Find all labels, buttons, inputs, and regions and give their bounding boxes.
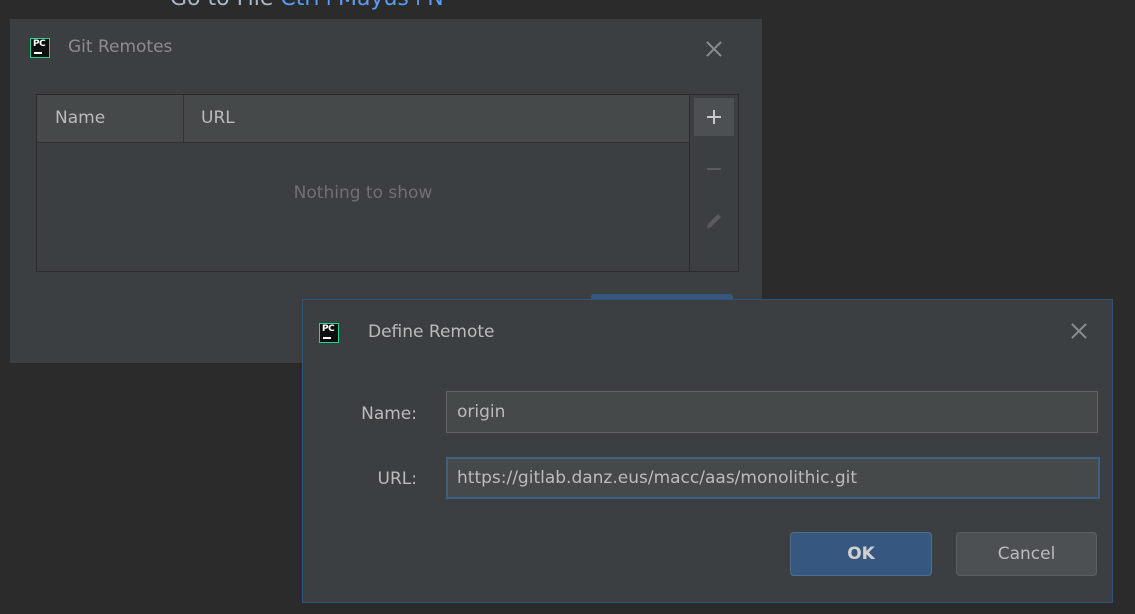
url-label: URL: xyxy=(377,469,417,489)
hint-shortcut: Ctrl+Mayus+N xyxy=(280,0,443,11)
name-label: Name: xyxy=(361,404,417,424)
close-icon[interactable] xyxy=(1067,319,1091,343)
dialog-title: Define Remote xyxy=(368,322,495,342)
empty-state-text: Nothing to show xyxy=(293,183,433,203)
column-divider[interactable] xyxy=(183,95,184,142)
cancel-button[interactable]: Cancel xyxy=(956,532,1097,576)
pencil-icon[interactable] xyxy=(694,203,734,241)
column-header-name[interactable]: Name xyxy=(55,108,105,128)
ok-button[interactable]: OK xyxy=(790,532,932,576)
dialog-title: Git Remotes xyxy=(68,37,173,57)
table-header: Name URL xyxy=(37,95,689,143)
pycharm-logo-icon: PC xyxy=(30,38,50,58)
name-input[interactable] xyxy=(446,391,1098,433)
plus-icon[interactable] xyxy=(694,98,734,136)
minus-icon[interactable] xyxy=(694,150,734,188)
define-remote-dialog: PC Define Remote Name: URL: OK Cancel xyxy=(302,299,1113,603)
table-toolbar xyxy=(689,94,739,272)
hint-label: Go to File xyxy=(170,0,273,11)
pycharm-logo-icon: PC xyxy=(319,323,339,343)
editor-hint: Go to File Ctrl+Mayus+N xyxy=(170,0,444,11)
remotes-table[interactable]: Name URL Nothing to show xyxy=(36,94,690,272)
url-input[interactable] xyxy=(446,457,1100,499)
close-icon[interactable] xyxy=(702,37,726,61)
column-header-url[interactable]: URL xyxy=(201,108,235,128)
